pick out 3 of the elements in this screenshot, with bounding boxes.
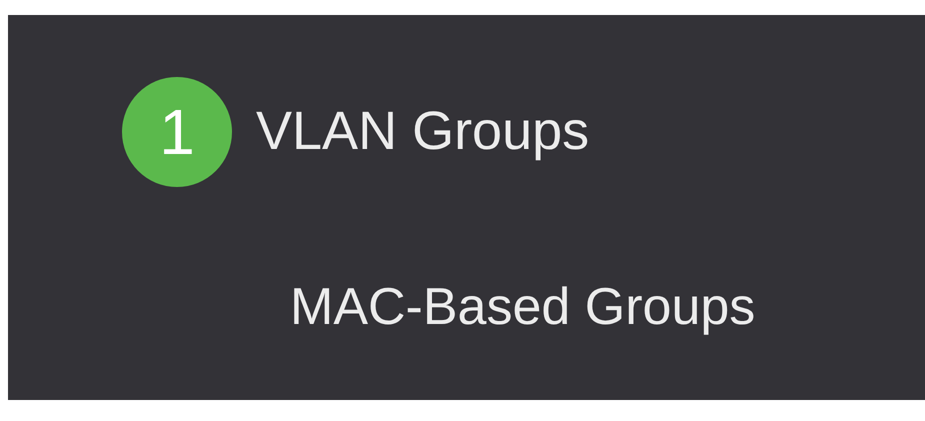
step-badge: 1 (122, 77, 232, 187)
submenu-item[interactable]: MAC-Based Groups (290, 279, 925, 336)
menu-item[interactable]: VLAN Groups (256, 102, 590, 162)
